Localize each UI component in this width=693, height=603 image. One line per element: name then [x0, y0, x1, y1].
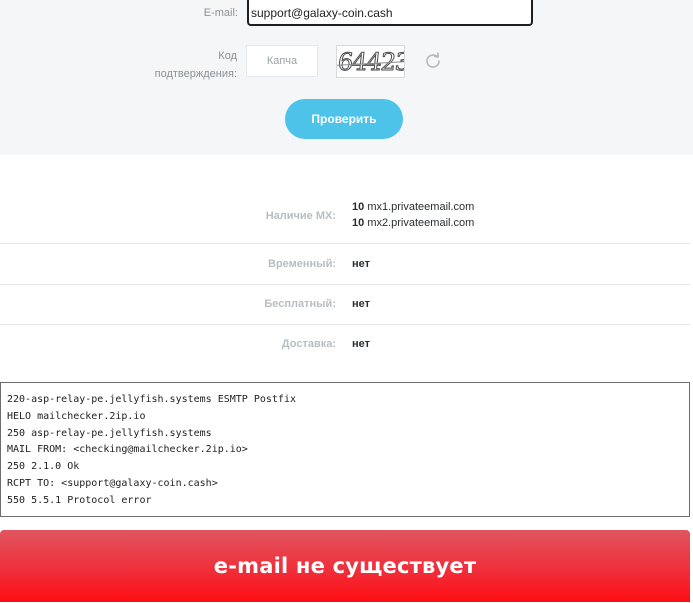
temporary-label: Временный:: [268, 258, 336, 270]
captcha-label: Код подтверждения:: [120, 47, 237, 83]
check-form: E-mail: Код подтверждения: 64423 Провери…: [0, 0, 693, 155]
log-line: RCPT TO: <support@galaxy-coin.cash>: [7, 477, 218, 489]
email-input[interactable]: [247, 0, 533, 26]
mx-records: 10 mx1.privateemail.com 10 mx2.privateem…: [352, 199, 474, 231]
free-label: Бесплатный:: [264, 298, 336, 310]
mx-host: mx1.privateemail.com: [367, 201, 475, 213]
mx-priority: 10: [352, 217, 365, 229]
delivery-row: Доставка: нет: [0, 325, 690, 365]
mx-row: Наличие MX: 10 mx1.privateemail.com 10 m…: [0, 155, 690, 244]
refresh-icon[interactable]: [424, 52, 442, 70]
delivery-value: нет: [352, 338, 371, 350]
captcha-label-line2: подтверждения:: [154, 68, 237, 80]
mx-record: 10 mx2.privateemail.com: [352, 215, 474, 231]
check-button[interactable]: Проверить: [285, 99, 403, 139]
log-line: MAIL FROM: <checking@mailchecker.2ip.io>: [7, 444, 248, 456]
log-line: 250 asp-relay-pe.jellyfish.systems: [7, 427, 212, 439]
smtp-log[interactable]: 220-asp-relay-pe.jellyfish.systems ESMTP…: [0, 382, 690, 517]
temporary-value: нет: [352, 258, 371, 270]
email-label: E-mail:: [203, 7, 238, 19]
mx-record: 10 mx1.privateemail.com: [352, 199, 474, 215]
temporary-row: Временный: нет: [0, 244, 690, 285]
mx-priority: 10: [352, 201, 365, 213]
free-value: нет: [352, 298, 371, 310]
log-line: 220-asp-relay-pe.jellyfish.systems ESMTP…: [7, 394, 296, 405]
mx-label: Наличие MX:: [265, 210, 336, 222]
delivery-label: Доставка:: [281, 338, 336, 350]
log-line: 550 5.5.1 Protocol error: [7, 494, 152, 506]
free-row: Бесплатный: нет: [0, 285, 690, 325]
log-line: 250 2.1.0 Ok: [7, 461, 80, 473]
log-line: HELO mailchecker.2ip.io: [7, 410, 146, 422]
captcha-input[interactable]: [246, 45, 318, 77]
captcha-image: 64423: [336, 45, 405, 78]
result-banner: e-mail не существует: [0, 530, 690, 602]
captcha-label-line1: Код: [218, 50, 237, 62]
mx-host: mx2.privateemail.com: [367, 217, 475, 229]
